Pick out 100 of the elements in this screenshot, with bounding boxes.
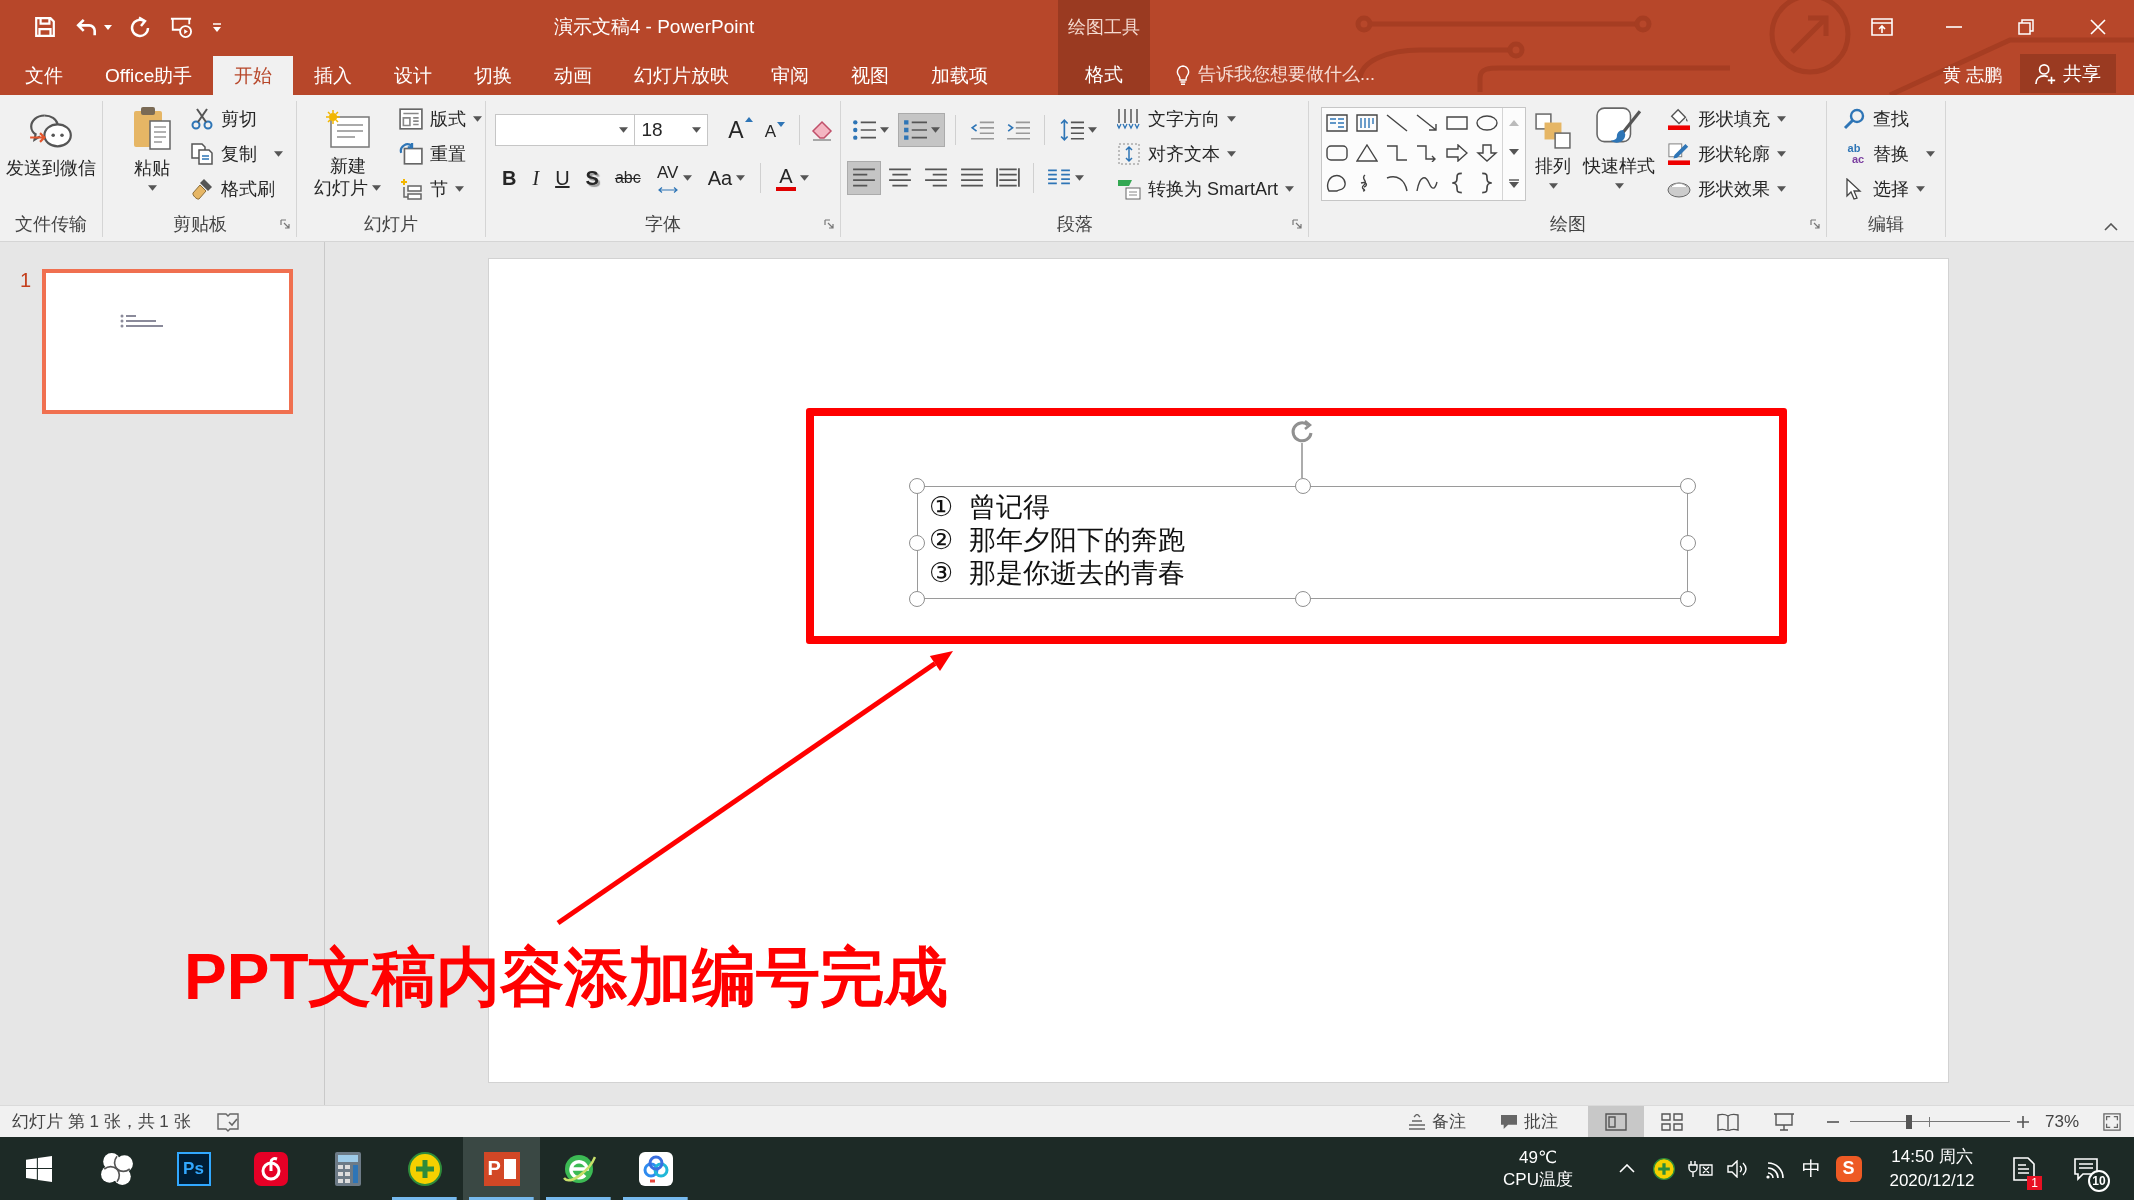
ribbon-tab[interactable]: 格式 (1058, 54, 1150, 95)
presentation-icon[interactable] (170, 16, 192, 38)
ribbon-tab[interactable]: 动画 (533, 56, 614, 95)
grow-font-button[interactable]: A (724, 113, 757, 147)
notes-button[interactable]: 备注 (1407, 1106, 1466, 1137)
zoom-out-icon[interactable] (1826, 1120, 1839, 1123)
ribbon-tab[interactable]: 幻灯片放映 (613, 56, 751, 95)
shape-outline-button[interactable]: 形状轮廓 (1664, 136, 1789, 171)
character-spacing-button[interactable]: AV (649, 161, 699, 195)
line-icon[interactable] (1386, 114, 1408, 132)
font-color-button[interactable]: A (769, 161, 816, 195)
ribbon-tab[interactable]: 加载项 (910, 56, 1010, 95)
taskbar-app-button[interactable]: P (463, 1137, 540, 1200)
select-button[interactable]: 选择 (1839, 171, 1938, 206)
zoom-level-text[interactable]: 73% (2044, 1111, 2079, 1132)
underline-button[interactable]: U (548, 161, 577, 195)
shape-fill-button[interactable]: 形状填充 (1664, 101, 1789, 136)
dropdown-caret-icon[interactable] (104, 24, 112, 30)
curve-icon[interactable] (1416, 174, 1438, 192)
text-box-icon[interactable] (1326, 114, 1348, 132)
text-shadow-button[interactable]: S (578, 161, 606, 195)
taskbar-app-button[interactable]: Ps (155, 1137, 232, 1200)
collapse-ribbon-icon[interactable] (2104, 223, 2118, 231)
shrink-font-button[interactable]: A (760, 113, 790, 147)
vertical-text-box-icon[interactable] (1356, 114, 1378, 132)
comments-button[interactable]: 批注 (1499, 1106, 1558, 1137)
windows-logo-icon[interactable] (26, 1155, 52, 1182)
ribbon-tab[interactable]: 文件 (4, 56, 84, 95)
clock-time[interactable]: 14:50 周六 (1891, 1144, 1973, 1169)
freeform-shape-icon[interactable] (1326, 174, 1348, 192)
user-name[interactable]: 黄 志鹏 (1943, 62, 2002, 87)
chevron-up-icon[interactable] (1618, 1164, 1635, 1173)
restore-icon[interactable] (2018, 19, 2034, 35)
dialog-launcher-icon[interactable] (824, 219, 834, 229)
slide-thumbnail[interactable] (42, 269, 294, 414)
tell-me-field[interactable]: 告诉我您想要做什么... (1198, 64, 1438, 85)
quick-styles-button[interactable]: 快速样式 (1580, 101, 1658, 211)
zoom-in-icon[interactable] (2016, 1115, 2029, 1128)
decrease-indent-icon[interactable] (970, 119, 994, 141)
resize-handle[interactable] (909, 591, 925, 607)
change-case-button[interactable]: Aa (700, 161, 753, 195)
ribbon-tab[interactable]: Office助手 (84, 56, 214, 95)
power-plug-icon[interactable] (1687, 1159, 1714, 1178)
dialog-launcher-icon[interactable] (280, 219, 290, 229)
elbow-connector-icon[interactable] (1386, 144, 1408, 162)
resize-handle[interactable] (909, 534, 925, 551)
gallery-more-icon[interactable] (1509, 179, 1519, 189)
shape-effects-button[interactable]: 形状效果 (1664, 171, 1789, 206)
left-brace-icon[interactable] (1451, 172, 1463, 194)
zoom-slider-thumb[interactable] (1906, 1114, 1913, 1129)
format-painter-button[interactable]: 格式刷 (187, 171, 286, 206)
align-left-button[interactable] (847, 161, 881, 195)
resize-handle[interactable] (909, 478, 925, 494)
clock-date[interactable]: 2020/12/12 (1889, 1168, 1975, 1193)
rectangle-icon[interactable] (1446, 114, 1468, 132)
resize-handle[interactable] (1294, 478, 1311, 494)
oval-icon[interactable] (1476, 114, 1498, 132)
new-slide-button[interactable]: 新建 幻灯片 (311, 101, 384, 211)
ribbon-tab[interactable]: 插入 (293, 56, 374, 95)
normal-view-button[interactable] (1587, 1106, 1644, 1137)
share-button[interactable]: 共享 (2020, 54, 2116, 93)
bold-button[interactable]: B (495, 161, 524, 195)
resize-handle[interactable] (1294, 591, 1311, 607)
paste-button[interactable]: 粘贴 (129, 101, 175, 211)
ribbon-tab[interactable]: 开始 (213, 56, 294, 95)
scroll-down-icon[interactable] (1509, 149, 1519, 156)
convert-to-smartart-button[interactable]: 转换为 SmartArt (1114, 171, 1297, 206)
fit-to-window-icon[interactable] (2103, 1112, 2121, 1131)
align-text-button[interactable]: 对齐文本 (1114, 136, 1297, 171)
eraser-icon[interactable] (810, 119, 834, 141)
plus-circle-icon[interactable] (1652, 1157, 1675, 1180)
close-icon[interactable] (2090, 19, 2106, 35)
save-icon[interactable] (34, 16, 56, 38)
ribbon-tab[interactable]: 切换 (453, 56, 534, 95)
redo-icon[interactable] (128, 16, 150, 38)
block-down-arrow-icon[interactable] (1476, 144, 1498, 162)
send-to-wechat-button[interactable]: 发送到微信 (3, 101, 99, 211)
dialog-launcher-icon[interactable] (1810, 219, 1820, 229)
numbering-button[interactable] (898, 113, 945, 147)
ribbon-tab[interactable]: 审阅 (750, 56, 831, 95)
ribbon-tab[interactable]: 视图 (830, 56, 911, 95)
copy-button[interactable]: 复制 (187, 136, 286, 171)
arrange-button[interactable]: 排列 (1532, 101, 1574, 211)
dialog-launcher-icon[interactable] (1292, 219, 1302, 229)
block-right-arrow-icon[interactable] (1446, 144, 1468, 162)
customize-toolbar-icon[interactable] (212, 22, 222, 32)
spell-check-icon[interactable] (216, 1111, 239, 1132)
arc-icon[interactable] (1386, 174, 1408, 192)
italic-button[interactable]: I (525, 161, 547, 195)
arrow-line-icon[interactable] (1416, 114, 1438, 132)
ribbon-display-options-icon[interactable] (1871, 18, 1893, 36)
font-size-field[interactable]: 18 (634, 114, 709, 146)
ribbon-tab[interactable]: 设计 (373, 56, 454, 95)
right-brace-icon[interactable] (1481, 172, 1493, 194)
cut-button[interactable]: 剪切 (187, 101, 286, 136)
strikethrough-button[interactable]: abc (607, 161, 648, 195)
text-direction-button[interactable]: 文字方向 (1114, 101, 1297, 136)
font-name-field[interactable] (495, 114, 636, 146)
layout-button[interactable]: 版式 (396, 101, 485, 136)
resize-handle[interactable] (1680, 534, 1696, 551)
